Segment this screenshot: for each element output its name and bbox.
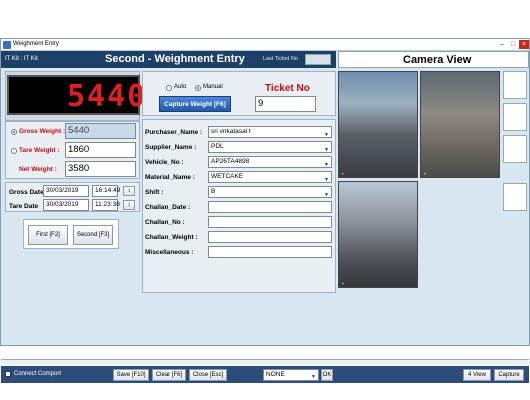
tare-weight-field[interactable]: 1860 — [65, 142, 136, 158]
form-field[interactable] — [208, 246, 332, 258]
weighment-window: Weighment Entry – □ × IT Kit : IT Kit Se… — [0, 38, 530, 383]
weight-display: 5440 — [7, 75, 145, 115]
form-field[interactable]: AP26TA4898 ▼ — [208, 156, 332, 168]
side-slot-3[interactable] — [503, 135, 527, 163]
manual-label: Manual — [203, 84, 223, 90]
form-field[interactable]: sri vnkatasai t ▼ — [208, 126, 332, 138]
form-field-value: PDL — [211, 143, 224, 150]
camera-2-timestamp: ▪ — [424, 171, 426, 176]
form-field[interactable]: PDL ▼ — [208, 141, 332, 153]
tare-time-spin[interactable]: ↕ — [123, 200, 135, 210]
camera-1-timestamp: ▪ — [342, 171, 344, 176]
net-weight-label: Net Weight : — [19, 166, 57, 173]
chevron-down-icon: ▼ — [311, 374, 316, 380]
gross-time-spin[interactable]: ↕ — [123, 186, 135, 196]
ticket-no-field[interactable]: 9 — [255, 96, 316, 112]
auto-label: Auto — [174, 84, 187, 90]
connect-comport-label: Connect Comport — [14, 371, 62, 377]
first-button[interactable]: First [F2] — [28, 225, 68, 245]
tare-date-field[interactable]: 30/03/2019 — [43, 199, 89, 211]
manual-radio[interactable] — [195, 85, 201, 91]
maximize-icon[interactable]: □ — [508, 40, 518, 49]
side-slot-1[interactable] — [503, 71, 527, 99]
form-label: Miscellaneous : — [145, 249, 194, 256]
clear-button[interactable]: Clear [F6] — [152, 369, 186, 381]
tare-time-field[interactable]: 11:23:38 — [92, 199, 120, 211]
gross-weight-label: Gross Weight : — [19, 128, 66, 135]
company-label: IT Kit : IT Kit — [5, 56, 38, 62]
page-title: Second - Weighment Entry — [105, 53, 245, 65]
side-slot-4[interactable] — [503, 183, 527, 211]
last-ticket-label: Last Ticket No — [263, 56, 298, 62]
camera-3-timestamp: ▪ — [342, 281, 344, 286]
gross-radio[interactable] — [11, 129, 17, 135]
gross-date-label: Gross Date — [9, 189, 44, 196]
form-field[interactable] — [208, 201, 332, 213]
form-field-value: AP26TA4898 — [211, 158, 250, 165]
form-label: Challan_Weight : — [145, 234, 198, 241]
save-button[interactable]: Save [F10] — [113, 369, 149, 381]
gross-date-field[interactable]: 30/03/2019 — [43, 185, 89, 197]
chevron-down-icon[interactable]: ▼ — [324, 145, 329, 155]
form-label: Purchaser_Name : — [145, 129, 203, 136]
capture-button[interactable]: Capture — [494, 369, 524, 381]
printer-select-value: NONE — [266, 371, 285, 378]
form-label: Challan_No : — [145, 219, 185, 226]
form-label: Shift : — [145, 189, 164, 196]
gross-weight-field[interactable]: 5440 — [65, 123, 136, 139]
ticket-label: Ticket No — [265, 83, 310, 94]
capture-weight-button[interactable]: Capture Weight [F6] — [159, 96, 231, 112]
four-view-button[interactable]: 4 View — [463, 369, 491, 381]
chevron-down-icon[interactable]: ▼ — [324, 160, 329, 170]
form-field[interactable]: WETCAKE ▼ — [208, 171, 332, 183]
connect-comport-checkbox[interactable] — [5, 371, 11, 377]
tare-radio[interactable] — [11, 148, 17, 154]
weight-reading: 5440 — [67, 79, 148, 114]
close-icon[interactable]: × — [519, 40, 529, 49]
camera-feed-1[interactable]: ▪ — [338, 71, 418, 178]
camera-feed-3[interactable]: ▪ — [338, 181, 418, 288]
form-label: Challan_Date : — [145, 204, 191, 211]
camera-header: Camera View — [338, 51, 529, 68]
minimize-icon[interactable]: – — [497, 40, 507, 49]
printer-select[interactable]: NONE ▼ — [263, 369, 319, 381]
net-weight-field[interactable]: 3580 — [65, 161, 136, 177]
form-label: Material_Name : — [145, 174, 195, 181]
app-icon — [3, 41, 11, 49]
form-field-value: WETCAKE — [211, 173, 244, 180]
chevron-down-icon[interactable]: ▼ — [324, 130, 329, 140]
form-field-value: B — [211, 188, 216, 195]
auto-radio[interactable] — [166, 85, 172, 91]
chevron-down-icon[interactable]: ▼ — [324, 175, 329, 185]
window-titlebar: Weighment Entry – □ × — [1, 39, 529, 51]
ok-button[interactable]: OK — [321, 369, 333, 381]
form-field-value: sri vnkatasai t — [211, 128, 251, 135]
details-panel: Purchaser_Name : sri vnkatasai t ▼ Supplier… — [142, 119, 336, 293]
form-field[interactable] — [208, 231, 332, 243]
gross-time-field[interactable]: 16:14:49 — [92, 185, 120, 197]
form-field[interactable]: B ▼ — [208, 186, 332, 198]
camera-title: Camera View — [403, 54, 472, 66]
second-button[interactable]: Second [F3] — [73, 225, 113, 245]
close-button[interactable]: Close [Esc] — [189, 369, 227, 381]
camera-feed-2[interactable]: ▪ — [420, 71, 500, 178]
window-title: Weighment Entry — [13, 41, 59, 47]
status-strip — [1, 359, 529, 365]
tare-date-label: Tare Date — [9, 203, 39, 210]
side-slot-2[interactable] — [503, 103, 527, 131]
form-label: Vehicle_No : — [145, 159, 184, 166]
tare-weight-label: Tare Weight : — [19, 147, 60, 154]
last-ticket-field — [305, 54, 331, 65]
form-field[interactable] — [208, 216, 332, 228]
form-label: Supplier_Name : — [145, 144, 197, 151]
form-header: IT Kit : IT Kit Second - Weighment Entry… — [1, 51, 336, 68]
chevron-down-icon[interactable]: ▼ — [324, 190, 329, 200]
